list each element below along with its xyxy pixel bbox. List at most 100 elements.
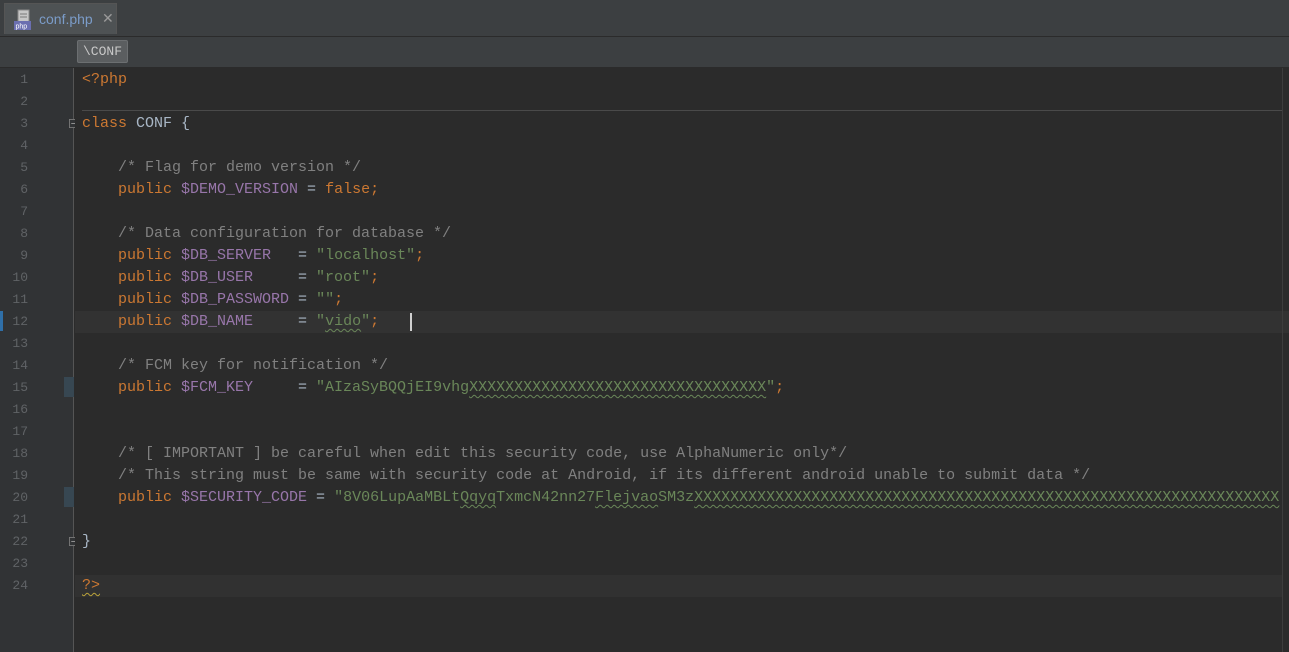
line-number: 7	[20, 204, 28, 219]
code-line-19[interactable]: /* This string must be same with securit…	[82, 465, 1090, 487]
semicolon: ;	[370, 269, 380, 286]
line-number: 23	[12, 556, 28, 571]
comment: /* [ IMPORTANT ] be careful when edit th…	[82, 445, 848, 462]
string: "	[361, 313, 371, 330]
keyword: public	[82, 269, 173, 286]
keyword: public	[82, 291, 173, 308]
method-separator	[82, 110, 1282, 111]
code-line-10[interactable]: public $DB_USER = "root";	[82, 267, 379, 289]
line-number-gutter: 1 2 3 4 5 6 7 8 9 10 11 12 13 14 15 16 1…	[0, 68, 74, 652]
code-line-14[interactable]: /* FCM key for notification */	[82, 355, 388, 377]
string: XXXXXXXXXXXXXXXXXXXXXXXXXXXXXXXXXXXXXXXX…	[694, 489, 1280, 506]
closing-brace: }	[82, 533, 92, 550]
variable: $DB_PASSWORD	[172, 291, 290, 308]
string: "	[316, 313, 326, 330]
keyword: public	[82, 247, 173, 264]
string: TxmcN42nn27	[496, 489, 596, 506]
code-line-3[interactable]: class CONF {	[82, 113, 190, 135]
variable: $DB_NAME	[172, 313, 254, 330]
line-number: 11	[12, 292, 28, 307]
svg-text:php: php	[16, 24, 28, 31]
string: "	[766, 379, 776, 396]
line-number: 12	[12, 314, 28, 329]
line-number: 15	[12, 380, 28, 395]
line-number: 14	[12, 358, 28, 373]
line-number: 5	[20, 160, 28, 175]
right-margin-guide	[1282, 68, 1283, 652]
line-number: 9	[20, 248, 28, 263]
line-number: 8	[20, 226, 28, 241]
line-number: 2	[20, 94, 28, 109]
variable: $DB_SERVER	[172, 247, 272, 264]
string: ""	[316, 291, 335, 308]
semicolon: ;	[370, 313, 380, 330]
comment: /* Data configuration for database */	[82, 225, 452, 242]
code-line-1[interactable]: <?php	[82, 69, 127, 91]
string: Flejvao	[595, 489, 659, 506]
comment: /* FCM key for notification */	[82, 357, 389, 374]
keyword: public	[82, 181, 173, 198]
line-number: 16	[12, 402, 28, 417]
keyword: public	[82, 313, 173, 330]
code-line-5[interactable]: /* Flag for demo version */	[82, 157, 361, 179]
code-line-12[interactable]: public $DB_NAME = "vido";	[82, 311, 379, 333]
php-file-icon: php	[14, 9, 31, 31]
code-line-6[interactable]: public $DEMO_VERSION = false;	[82, 179, 379, 201]
operator: =	[289, 291, 317, 308]
code-line-11[interactable]: public $DB_PASSWORD = "";	[82, 289, 343, 311]
operator: =	[253, 379, 317, 396]
operator: =	[271, 247, 317, 264]
string: "AIzaSyBQQjEI9vhg	[316, 379, 470, 396]
line-number: 1	[20, 72, 28, 87]
string: "root"	[316, 269, 371, 286]
breadcrumb-bar: \CONF	[0, 37, 1289, 68]
string: vido	[325, 313, 362, 330]
line-number: 17	[12, 424, 28, 439]
semicolon: ;	[334, 291, 344, 308]
semicolon: ;	[370, 181, 380, 198]
string: SM3z	[658, 489, 695, 506]
code-line-20[interactable]: public $SECURITY_CODE = "8V06LupAaMBLtQq…	[82, 487, 1289, 509]
tab-label: conf.php	[39, 11, 93, 27]
line-number: 3	[20, 116, 28, 131]
change-marker[interactable]	[64, 487, 74, 507]
keyword: false	[325, 181, 371, 198]
string: XXXXXXXXXXXXXXXXXXXXXXXXXXXXXXXXX	[469, 379, 767, 396]
php-close-tag: ?>	[82, 577, 101, 594]
change-marker[interactable]	[64, 377, 74, 397]
line-number: 4	[20, 138, 28, 153]
breadcrumb[interactable]: \CONF	[77, 40, 129, 63]
line-number: 20	[12, 490, 28, 505]
operator: =	[298, 181, 326, 198]
code-line-22[interactable]: }	[82, 531, 91, 553]
code-line-18[interactable]: /* [ IMPORTANT ] be careful when edit th…	[82, 443, 847, 465]
text-cursor	[410, 313, 412, 331]
editor-tab-bar: php conf.php ✕	[0, 0, 1289, 37]
line-number: 6	[20, 182, 28, 197]
operator: =	[307, 489, 335, 506]
variable: $FCM_KEY	[172, 379, 254, 396]
code-line-9[interactable]: public $DB_SERVER = "localhost";	[82, 245, 424, 267]
php-closing-region	[75, 575, 1282, 597]
comment: /* This string must be same with securit…	[82, 467, 1091, 484]
line-number: 24	[12, 578, 28, 593]
variable: $SECURITY_CODE	[172, 489, 308, 506]
php-open-tag: <?php	[82, 71, 128, 88]
close-icon[interactable]: ✕	[102, 10, 114, 27]
operator: =	[253, 269, 317, 286]
line-number: 19	[12, 468, 28, 483]
code-line-24[interactable]: ?>	[82, 575, 100, 597]
line-number: 22	[12, 534, 28, 549]
comment: /* Flag for demo version */	[82, 159, 362, 176]
line-number: 13	[12, 336, 28, 351]
line-number: 18	[12, 446, 28, 461]
line-number: 21	[12, 512, 28, 527]
code-line-8[interactable]: /* Data configuration for database */	[82, 223, 451, 245]
string: Qqyq	[460, 489, 497, 506]
operator: =	[253, 313, 317, 330]
semicolon: ;	[775, 379, 785, 396]
keyword: public	[82, 379, 173, 396]
tab-conf-php[interactable]: php conf.php ✕	[4, 3, 117, 34]
code-line-15[interactable]: public $FCM_KEY = "AIzaSyBQQjEI9vhgXXXXX…	[82, 377, 784, 399]
line-number: 10	[12, 270, 28, 285]
